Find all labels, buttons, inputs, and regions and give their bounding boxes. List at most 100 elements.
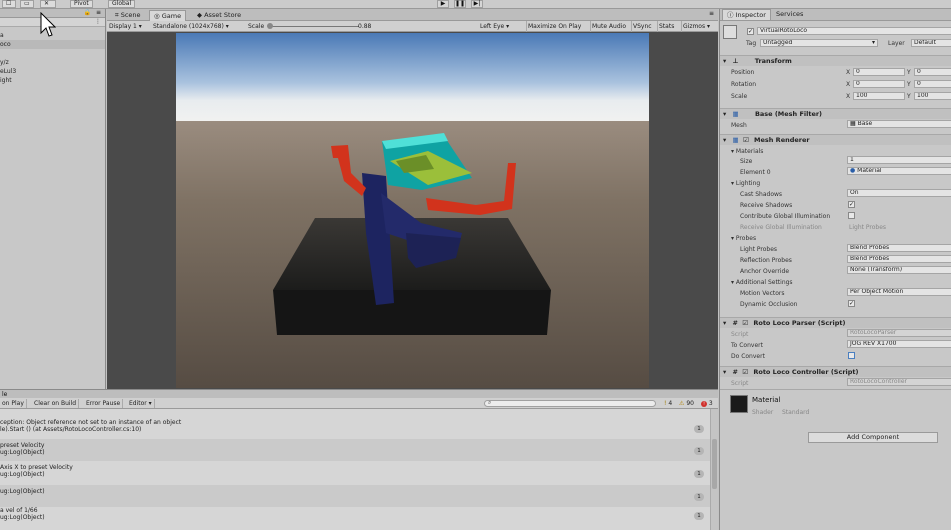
hierarchy-item[interactable]: y/z [0,58,105,67]
tab-menu-icon[interactable]: ≡ [709,10,714,17]
error-pause-toggle[interactable]: Error Pause [84,399,124,408]
controller-script-header[interactable]: ▾ # ☑ Roto Loco Controller (Script) [720,366,951,377]
element0-field[interactable]: ● Material [847,167,951,175]
move-tool-button[interactable]: ▭ [20,0,34,8]
log-entry-count: 1 [694,493,704,501]
maximize-on-play-toggle[interactable]: Maximize On Play [526,21,581,32]
log-entry[interactable]: Axis X to preset Velocity ug:Log(Object)… [0,461,710,485]
mesh-filter-header[interactable]: ▾ ▦ Base (Mesh Filter) [720,108,951,119]
more-icon[interactable]: ⋮ [95,18,101,25]
receive-shadows-checkbox[interactable]: ✓ [848,201,855,208]
scale-slider[interactable] [269,26,359,27]
inspector-panel: ⓘ Inspector Services ✓ VirtualRotoLoco T… [719,9,951,530]
lock-icon[interactable]: 🔒 [84,9,91,16]
close-icon[interactable]: ✕ [40,0,56,8]
controller-enabled-checkbox[interactable]: ☑ [740,368,748,376]
size-field[interactable]: 1 [847,156,951,164]
log-entry-text: ception: Object reference not set to an … [0,419,182,426]
log-entry[interactable]: preset Velocity ug:Log(Object) 1 [0,439,710,461]
scale-slider-handle[interactable] [267,23,273,29]
menu-icon[interactable]: ≡ [96,9,101,16]
mesh-renderer-enabled-checkbox[interactable]: ☑ [741,136,749,144]
light-probes-dropdown[interactable]: Blend Probes [847,244,951,252]
rotation-x-field[interactable]: 0 [853,80,905,88]
lighting-foldout[interactable]: ▾ Lighting [731,180,760,187]
scale-y-field[interactable]: 100 [914,92,951,100]
position-x-field[interactable]: 0 [853,68,905,76]
hierarchy-item[interactable] [0,49,105,58]
mute-audio-toggle[interactable]: Mute Audio [590,21,626,32]
play-button[interactable]: ▶ [437,0,449,8]
fold-arrow-icon: ▾ [723,57,727,65]
add-component-button[interactable]: Add Component [808,432,938,443]
log-entry[interactable]: a vel of 1/66 ug:Log(Object) 1 [0,507,710,529]
clear-on-play-toggle[interactable]: on Play [0,399,27,408]
hierarchy-item[interactable]: ight [0,76,105,85]
error-icon: ! [701,401,707,407]
clear-on-build-toggle[interactable]: Clear on Build [32,399,80,408]
warning-count-toggle[interactable]: ! 4 [662,399,674,408]
motion-vectors-dropdown[interactable]: Per Object Motion [847,288,951,296]
hierarchy-item[interactable]: eLul3 [0,67,105,76]
resolution-dropdown[interactable]: Standalone (1024x768) ▾ [153,21,229,32]
hierarchy-item-selected[interactable]: oco [0,40,105,49]
pivot-button[interactable]: Pivot [70,0,93,8]
eye-dropdown[interactable]: Left Eye ▾ [480,21,509,32]
layer-dropdown[interactable]: Default [911,39,951,47]
scale-x-field[interactable]: 100 [853,92,905,100]
mesh-field[interactable]: ▦ Base [847,120,951,128]
vsync-toggle[interactable]: VSync [631,21,652,32]
transform-header[interactable]: ▾ ⊥ Transform [720,55,951,66]
layer-label: Layer [888,40,905,47]
parser-script-header[interactable]: ▾ # ☑ Roto Loco Parser (Script) [720,317,951,328]
object-name-field[interactable]: VirtualRotoLoco [757,27,951,35]
cast-shadows-dropdown[interactable]: On [847,189,951,197]
active-checkbox[interactable]: ✓ [747,28,754,35]
do-convert-checkbox[interactable] [848,352,855,359]
console-tab-label[interactable]: le [0,391,7,398]
material-preview-icon [730,395,748,413]
reflection-probes-dropdown[interactable]: Blend Probes [847,255,951,263]
editor-dropdown[interactable]: Editor ▾ [127,399,155,408]
hand-tool-button[interactable]: ☐ [2,0,16,8]
additional-settings-foldout[interactable]: ▾ Additional Settings [731,279,793,286]
console-scrollbar-thumb[interactable] [712,439,717,489]
materials-foldout[interactable]: ▾ Materials [731,148,763,155]
additional-settings-label: Additional Settings [735,279,793,286]
warning-count: 4 [668,400,673,407]
mouse-cursor-icon [40,12,56,37]
probes-foldout[interactable]: ▾ Probes [731,235,756,242]
console-search-input[interactable]: ⌕ [484,399,656,407]
error-count-toggle[interactable]: ! 3 [699,399,715,408]
editor-label: Editor [129,400,147,407]
tab-asset-store[interactable]: ◆ Asset Store [193,10,245,21]
tab-services[interactable]: Services [772,9,807,20]
rotation-y-field[interactable]: 0 [914,80,951,88]
contribute-gi-checkbox[interactable] [848,212,855,219]
dynamic-occlusion-checkbox[interactable]: ✓ [848,300,855,307]
parser-enabled-checkbox[interactable]: ☑ [740,319,748,327]
position-y-field[interactable]: 0 [914,68,951,76]
to-convert-input[interactable]: JOG REV X1700 [847,340,951,348]
log-entry[interactable]: ug:Log(Object) 1 [0,485,710,507]
parser-script-field: RotoLocoParser [847,329,951,337]
tab-game[interactable]: ◎ Game [149,10,187,21]
console-scrollbar[interactable] [710,409,718,530]
mesh-renderer-header[interactable]: ▾ ▦ ☑ Mesh Renderer [720,134,951,145]
gizmos-dropdown[interactable]: Gizmos ▾ [681,21,710,32]
pause-button[interactable]: ❚❚ [454,0,466,8]
log-entry[interactable]: ception: Object reference not set to an … [0,419,710,439]
tab-scene[interactable]: ⌗ Scene [111,10,145,21]
tab-game-label: Game [161,12,182,20]
anchor-override-field[interactable]: None (Transform) [847,266,951,274]
stats-toggle[interactable]: Stats [657,21,674,32]
tab-inspector[interactable]: ⓘ Inspector [722,9,771,20]
display-dropdown[interactable]: Display 1 ▾ [109,21,142,32]
message-count-toggle[interactable]: ⚠ 90 [677,399,696,408]
materials-label: Materials [735,148,764,155]
global-button[interactable]: Global [108,0,136,8]
step-button[interactable]: ▶| [471,0,483,8]
scale-value: 0.88 [358,23,372,30]
game-view-render[interactable] [176,33,649,388]
tag-dropdown[interactable]: Untagged ▾ [760,39,878,47]
